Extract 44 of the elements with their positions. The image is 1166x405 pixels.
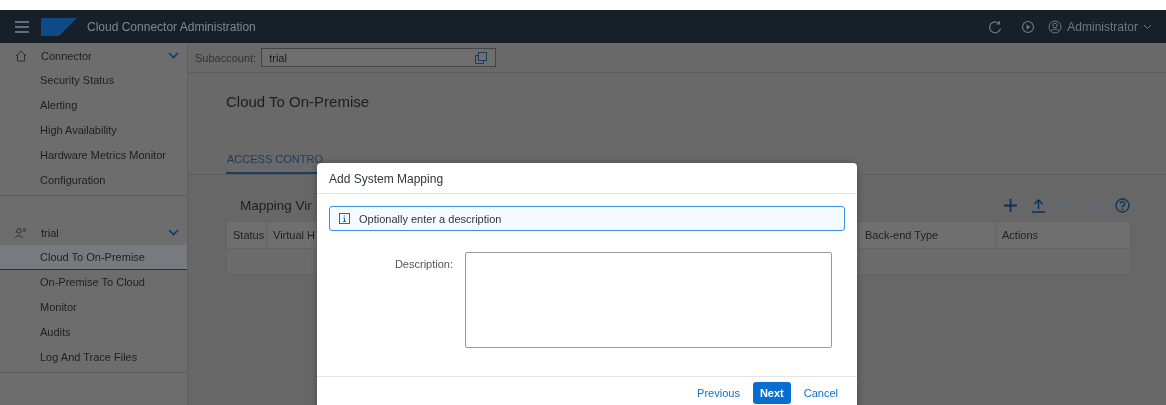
add-button[interactable] <box>1002 199 1019 212</box>
page-title: Cloud To On-Premise <box>226 93 371 112</box>
copy-icon <box>475 51 488 64</box>
caret-icon <box>1143 23 1152 30</box>
help-button[interactable] <box>1113 198 1132 213</box>
nav-item[interactable]: Hardware Metrics Monitor <box>0 143 187 168</box>
upload-button[interactable] <box>1030 198 1047 213</box>
next-button[interactable]: Next <box>752 382 791 404</box>
nav-item[interactable]: Configuration <box>0 168 187 193</box>
column-header: Back-end Type <box>859 222 996 248</box>
nav-group[interactable]: trial <box>0 220 187 245</box>
description-field[interactable] <box>465 252 832 348</box>
field-label: Description: <box>393 257 453 272</box>
nav-item[interactable]: Alerting <box>0 93 187 118</box>
user-icon <box>1048 19 1063 34</box>
menu-icon[interactable] <box>15 20 29 33</box>
nav-item[interactable]: High Availability <box>0 118 187 143</box>
people-icon <box>15 226 27 239</box>
user-menu[interactable]: Administrator <box>1048 19 1152 34</box>
info-icon <box>339 213 350 224</box>
home-icon <box>15 49 27 62</box>
column-header: Status <box>227 222 267 248</box>
app-title: Cloud Connector Administration <box>87 19 256 34</box>
nav-item[interactable]: Audits <box>0 320 187 345</box>
logo-icon <box>41 17 77 36</box>
nav-item[interactable]: Cloud To On-Premise <box>0 245 187 270</box>
subaccount-field[interactable]: trial <box>261 48 497 67</box>
refresh-icon[interactable] <box>988 19 1003 34</box>
nav-item[interactable]: Log And Trace Files <box>0 345 187 370</box>
link-button[interactable]: Previous <box>692 383 745 403</box>
info-message: Optionally enter a description <box>359 212 502 225</box>
dialog-title: Add System Mapping <box>317 163 857 194</box>
column-header: Actions <box>996 222 1131 248</box>
play-icon[interactable] <box>1021 19 1036 34</box>
nav-item[interactable]: On-Premise To Cloud <box>0 270 187 295</box>
chevron-icon <box>168 229 179 236</box>
group-label: trial <box>41 226 60 239</box>
group-label: Connector <box>41 49 93 62</box>
section-title: Mapping Vir <box>239 198 313 213</box>
link-button[interactable]: Cancel <box>798 383 843 403</box>
nav-item[interactable]: Monitor <box>0 295 187 320</box>
chevron-icon <box>168 52 179 59</box>
nav-group[interactable]: Connector <box>0 43 187 68</box>
nav-item[interactable]: Security Status <box>0 68 187 93</box>
